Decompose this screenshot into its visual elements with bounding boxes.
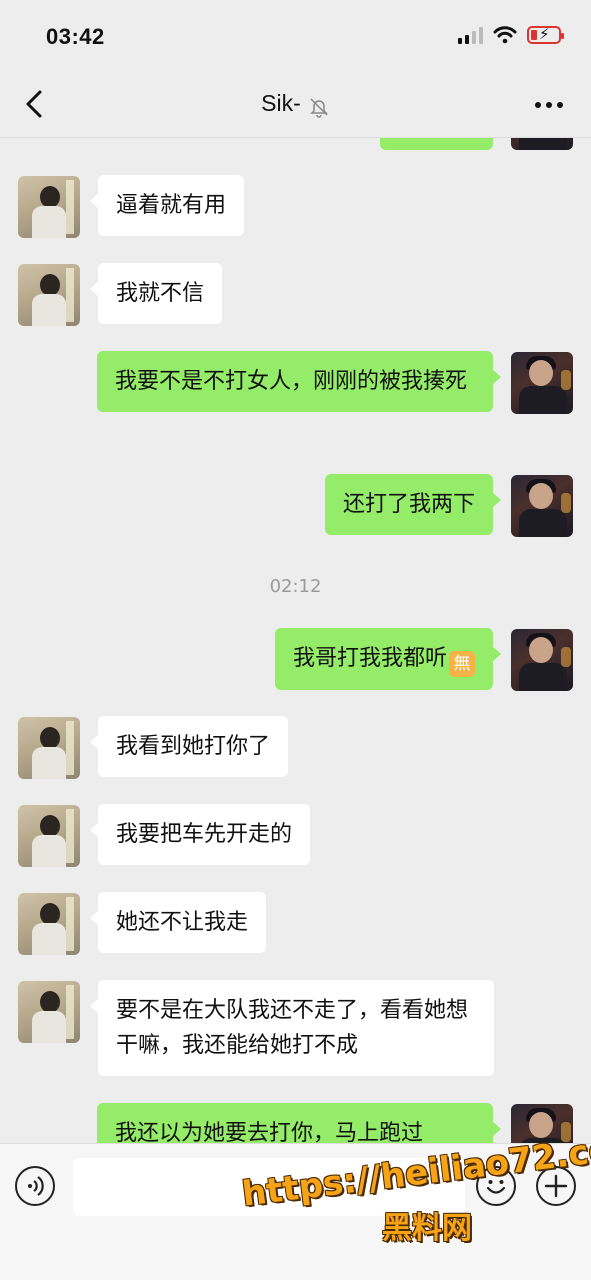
avatar[interactable] [18, 893, 80, 955]
avatar[interactable] [511, 352, 573, 414]
status-icons: ⚡ [458, 25, 564, 44]
bell-slash-icon [310, 97, 328, 118]
message-bubble[interactable]: 还打了我两下 [324, 474, 502, 535]
message-bubble[interactable]: 我还以为她要去打你，马上跑过 [97, 1103, 501, 1143]
wu-emoji-icon: 無 [449, 651, 475, 677]
chat-title-wrap: Sik- [0, 90, 591, 118]
chat-header: Sik- [0, 72, 591, 138]
message-bubble[interactable]: 我就不信 [89, 263, 223, 324]
message-text: 我哥打我我都听 [292, 646, 447, 671]
avatar[interactable] [511, 475, 573, 537]
avatar[interactable] [511, 1104, 573, 1143]
avatar[interactable] [18, 805, 80, 867]
message-bubble[interactable]: 我要不是不打女人，刚刚的被我揍死 [97, 351, 501, 412]
more-options-icon[interactable] [535, 102, 563, 108]
signal-icon [458, 26, 483, 44]
message-bubble[interactable]: 我看到她打你了 [89, 716, 289, 777]
avatar[interactable] [18, 264, 80, 326]
smile-icon[interactable] [476, 1166, 516, 1206]
message-bubble-partial[interactable] [380, 138, 493, 150]
message-bubble[interactable]: 逼着就有用 [89, 175, 245, 236]
avatar[interactable] [18, 176, 80, 238]
avatar[interactable] [18, 717, 80, 779]
plus-icon[interactable] [536, 1166, 576, 1206]
chat-title[interactable]: Sik- [261, 90, 301, 116]
avatar[interactable] [511, 138, 573, 150]
voice-icon[interactable] [15, 1166, 55, 1206]
wifi-icon [493, 26, 517, 44]
message-input[interactable] [73, 1158, 465, 1216]
message-bubble[interactable]: 我哥打我我都听無 [274, 628, 502, 690]
message-timestamp: 02:12 [269, 576, 322, 597]
message-bubble[interactable]: 她还不让我走 [89, 892, 267, 953]
message-bubble[interactable]: 要不是在大队我还不走了，看看她想干嘛，我还能给她打不成 [90, 980, 494, 1076]
avatar[interactable] [511, 629, 573, 691]
status-bar: 03:42 ⚡ [0, 0, 591, 72]
status-time: 03:42 [46, 24, 105, 49]
message-bubble[interactable]: 我要把车先开走的 [89, 804, 311, 865]
battery-icon: ⚡ [527, 25, 564, 44]
input-bar [0, 1143, 591, 1280]
avatar[interactable] [18, 981, 80, 1043]
chat-messages[interactable]: 逼着就有用 我就不信 我要不是不打女人，刚刚的被我揍死 还打了我两下 02:12… [0, 138, 591, 1143]
